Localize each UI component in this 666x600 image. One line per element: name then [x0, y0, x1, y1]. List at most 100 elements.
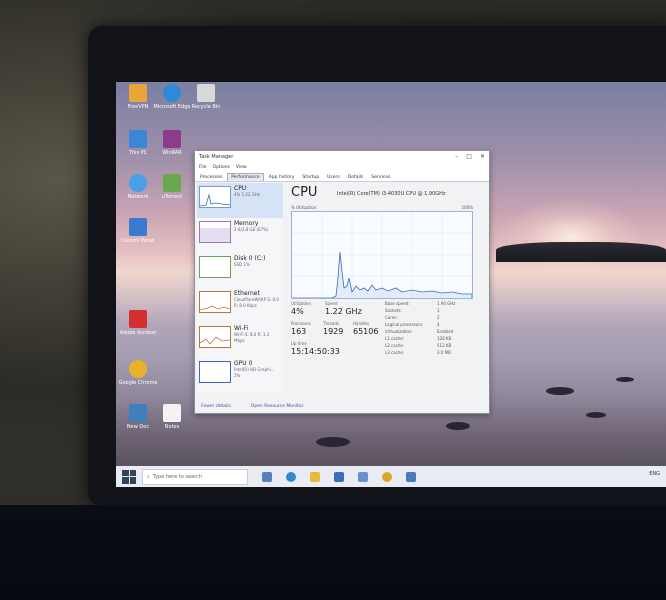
- desktop-icon[interactable]: WinRAR: [150, 130, 194, 156]
- fewer-details-link[interactable]: Fewer details: [201, 404, 231, 409]
- spec-label: L1 cache:: [385, 336, 405, 341]
- desktop-icon[interactable]: Notes: [150, 404, 194, 430]
- menu-bar: File Options View: [195, 163, 489, 171]
- menu-view[interactable]: View: [236, 165, 247, 170]
- system-tray[interactable]: ENG: [649, 471, 660, 477]
- mail-icon[interactable]: [358, 471, 368, 482]
- tab-startup[interactable]: Startup: [299, 174, 322, 181]
- tab-app-history[interactable]: App history: [266, 174, 298, 181]
- sidebar-item-wifi[interactable]: Wi-Fi Wi-Fi S: 8.0 R: 1.2 Mbps: [197, 323, 283, 358]
- spec-value: 4: [437, 322, 440, 327]
- chrome-icon: [129, 360, 147, 378]
- edge-icon: [163, 84, 181, 102]
- cpu-panel: CPU Intel(R) Core(TM) i3-4030U CPU @ 1.9…: [291, 185, 485, 395]
- search-icon: ⌕: [147, 473, 150, 480]
- tab-users[interactable]: Users: [324, 174, 343, 181]
- desktop-icon[interactable]: uTorrent: [150, 174, 194, 200]
- open-resource-monitor-link[interactable]: Open Resource Monitor: [251, 404, 304, 409]
- gpu-thumbnail: [199, 361, 231, 383]
- menu-file[interactable]: File: [199, 165, 207, 170]
- spec-value: 2: [437, 315, 440, 320]
- speed-label: Speed: [325, 301, 338, 306]
- spec-value: 128 KB: [437, 336, 452, 341]
- spec-label: L2 cache:: [385, 343, 405, 348]
- spec-label: Virtualization:: [385, 329, 413, 334]
- task-manager-taskbar-icon[interactable]: [406, 471, 416, 482]
- sidebar-item-sub: 4% 1.22 GHz: [234, 192, 261, 197]
- tab-details[interactable]: Details: [345, 174, 367, 181]
- tab-bar: Processes Performance App history Startu…: [195, 171, 489, 182]
- spec-label: Sockets:: [385, 308, 402, 313]
- spec-value: 1: [437, 308, 440, 313]
- disk-thumbnail: [199, 256, 231, 278]
- sidebar-item-sub: Wi-Fi S: 8.0 R: 1.2 Mbps: [234, 332, 270, 343]
- sunset-glow: [496, 197, 646, 277]
- wifi-thumbnail: [199, 326, 231, 348]
- menu-options[interactable]: Options: [213, 165, 230, 170]
- notes-icon: [163, 404, 181, 422]
- recycle-bin-icon: [197, 84, 215, 102]
- task-view-icon[interactable]: [262, 471, 272, 482]
- sidebar-item-ethernet[interactable]: Ethernet CloudflareWARP S: 8.0 R: 8.0 Kb…: [197, 288, 283, 323]
- spec-value: 3.0 MB: [437, 350, 451, 355]
- window-title: Task Manager: [199, 154, 234, 160]
- edge-icon[interactable]: [286, 471, 296, 482]
- sidebar-item-disk[interactable]: Disk 0 (C:) SSD 1%: [197, 253, 283, 288]
- maximize-icon[interactable]: □: [466, 153, 472, 160]
- sidebar-item-gpu[interactable]: GPU 0 Intel(R) HD Graphi... 2%: [197, 358, 283, 393]
- rock: [586, 412, 606, 418]
- sidebar-item-sub: CloudflareWARP S: 8.0 R: 8.0 Kbps: [234, 297, 279, 308]
- performance-sidebar: CPU 4% 1.22 GHz Memory 2.6/3.8 GB (67%) …: [197, 183, 283, 393]
- spec-label: Cores:: [385, 315, 398, 320]
- tab-services[interactable]: Services: [368, 174, 393, 181]
- file-explorer-icon[interactable]: [310, 471, 320, 482]
- processes-value: 163: [291, 327, 307, 336]
- utilization-value: 4%: [291, 307, 304, 316]
- sidebar-item-sub: 2.6/3.8 GB (67%): [234, 227, 269, 232]
- search-box[interactable]: ⌕ Type here to search: [142, 468, 248, 485]
- speed-value: 1.22 GHz: [325, 307, 362, 316]
- laptop-base: [0, 505, 666, 600]
- ethernet-thumbnail: [199, 291, 231, 313]
- uptime-value: 15:14:50:33: [291, 347, 340, 356]
- processes-label: Processes: [291, 321, 311, 326]
- chrome-icon[interactable]: [382, 471, 392, 482]
- sidebar-item-memory[interactable]: Memory 2.6/3.8 GB (67%): [197, 218, 283, 253]
- minimize-icon[interactable]: –: [455, 153, 458, 160]
- search-placeholder: Type here to search: [152, 473, 202, 480]
- spec-value: 1.90 GHz: [437, 301, 456, 306]
- desktop-icon[interactable]: Adobe Acrobat: [116, 310, 160, 336]
- threads-label: Threads: [323, 321, 340, 326]
- task-manager-window[interactable]: Task Manager – □ ✕ File Options View Pro…: [194, 150, 490, 414]
- utilization-axis-max: 100%: [461, 205, 473, 210]
- store-icon[interactable]: [334, 471, 344, 482]
- winrar-icon: [163, 130, 181, 148]
- desktop-icon[interactable]: Google Chrome: [116, 360, 160, 386]
- control-panel-icon: [129, 218, 147, 236]
- close-icon[interactable]: ✕: [480, 153, 485, 160]
- title-bar[interactable]: Task Manager – □ ✕: [195, 151, 489, 163]
- cpu-model: Intel(R) Core(TM) i3-4030U CPU @ 1.90GHz: [337, 191, 446, 197]
- sidebar-item-sub: SSD 1%: [234, 262, 250, 267]
- tab-performance[interactable]: Performance: [227, 173, 264, 181]
- sidebar-item-cpu[interactable]: CPU 4% 1.22 GHz: [197, 183, 283, 218]
- vpn-icon: [129, 84, 147, 102]
- rock: [316, 437, 350, 447]
- utilization-axis-label: % Utilization: [291, 205, 317, 210]
- cpu-utilization-graph: [291, 211, 473, 299]
- rock: [616, 377, 634, 382]
- desktop-icon[interactable]: Recycle Bin: [184, 84, 228, 110]
- document-icon: [129, 404, 147, 422]
- windows-start-icon[interactable]: [122, 469, 136, 484]
- utilization-label: Utilization: [291, 301, 312, 306]
- network-icon: [129, 174, 147, 192]
- this-pc-icon: [129, 130, 147, 148]
- desktop-icon[interactable]: Control Panel: [116, 218, 160, 244]
- spec-label: L3 cache:: [385, 350, 405, 355]
- tab-processes[interactable]: Processes: [197, 174, 225, 181]
- handles-value: 65106: [353, 327, 379, 336]
- spec-label: Base speed:: [385, 301, 410, 306]
- uptime-label: Up time: [291, 341, 307, 346]
- task-manager-footer: Fewer details Open Resource Monitor: [201, 404, 303, 409]
- spec-value: Enabled: [437, 329, 454, 334]
